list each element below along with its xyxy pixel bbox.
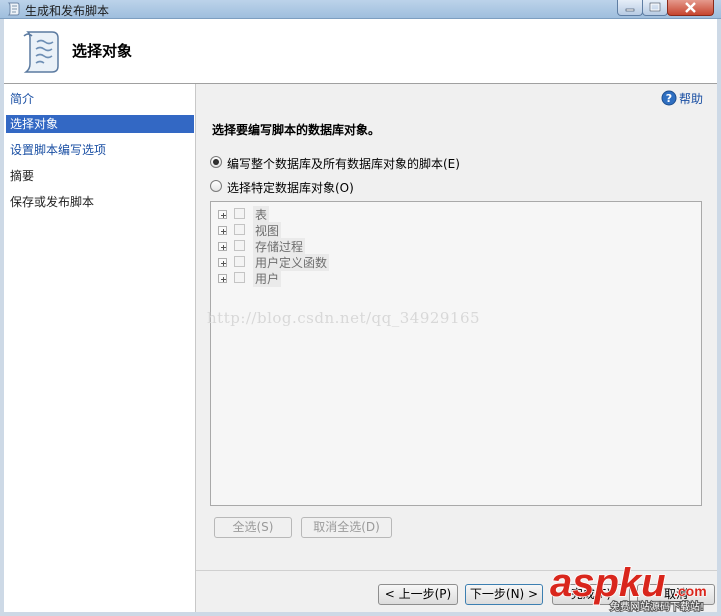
wizard-nav: 简介 选择对象 设置脚本编写选项 摘要 保存或发布脚本 [4, 84, 196, 612]
tree-checkbox[interactable] [234, 224, 245, 235]
tree-checkbox[interactable] [234, 208, 245, 219]
object-tree[interactable]: 表 视图 存储过程 用户定义函数 用户 [210, 201, 702, 506]
expand-icon[interactable] [218, 242, 227, 251]
previous-button[interactable]: < 上一步(P) [378, 584, 458, 605]
option-label: 选择特定数据库对象(O) [227, 181, 354, 195]
expand-icon[interactable] [218, 226, 227, 235]
close-button[interactable] [667, 0, 714, 16]
minimize-icon [625, 8, 635, 12]
radio-selected[interactable] [210, 156, 222, 168]
blog-watermark: http://blog.csdn.net/qq_34929165 [207, 309, 481, 327]
nav-item-summary: 摘要 [10, 169, 35, 183]
expand-icon[interactable] [218, 210, 227, 219]
tree-label: 用户定义函数 [253, 254, 330, 271]
close-icon [685, 2, 696, 13]
help-link[interactable]: ? 帮助 [661, 90, 721, 108]
next-button[interactable]: 下一步(N) > [465, 584, 543, 605]
tree-label: 用户 [253, 270, 282, 287]
option-label: 编写整个数据库及所有数据库对象的脚本(E) [227, 157, 460, 171]
minimize-button[interactable] [617, 0, 643, 16]
tree-label: 存储过程 [253, 238, 306, 255]
aspku-logo: aspku .com 免费网站源码下载站! [549, 560, 707, 614]
help-label: 帮助 [679, 92, 704, 106]
deselect-all-button[interactable]: 取消全选(D) [301, 517, 392, 538]
svg-text:?: ? [666, 92, 672, 105]
help-icon: ? [661, 90, 677, 106]
expand-icon[interactable] [218, 274, 227, 283]
tree-checkbox[interactable] [234, 272, 245, 283]
maximize-icon [649, 2, 661, 12]
window-title: 生成和发布脚本 [25, 4, 110, 18]
nav-item-scripting-options[interactable]: 设置脚本编写选项 [6, 141, 194, 159]
title-bar[interactable]: 生成和发布脚本 [0, 0, 721, 19]
tree-checkbox[interactable] [234, 256, 245, 267]
section-title: 选择要编写脚本的数据库对象。 [212, 123, 381, 137]
radio-unselected[interactable] [210, 180, 222, 192]
svg-text:免费网站源码下载站!: 免费网站源码下载站! [610, 600, 704, 613]
tree-label: 表 [253, 206, 270, 223]
select-all-button[interactable]: 全选(S) [214, 517, 292, 538]
svg-text:aspku: aspku [550, 561, 666, 605]
nav-item-save-publish: 保存或发布脚本 [10, 195, 95, 209]
svg-text:.com: .com [674, 583, 707, 599]
tree-checkbox[interactable] [234, 240, 245, 251]
nav-item-choose-objects[interactable]: 选择对象 [6, 115, 194, 133]
expand-icon[interactable] [218, 258, 227, 267]
page-header: 选择对象 [4, 19, 717, 84]
page-title: 选择对象 [72, 42, 133, 60]
tree-label: 视图 [253, 222, 282, 239]
maximize-button[interactable] [642, 0, 668, 16]
script-scroll-icon [7, 2, 20, 16]
script-scroll-icon [23, 31, 59, 73]
nav-item-intro[interactable]: 简介 [6, 90, 194, 108]
